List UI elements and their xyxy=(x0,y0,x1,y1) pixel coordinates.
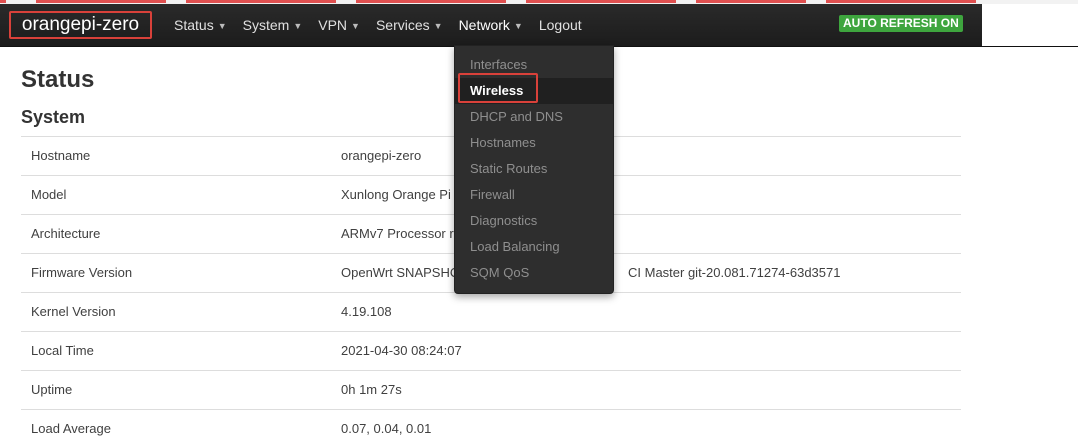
tab-edge-mark xyxy=(696,0,806,3)
main-menu: Status ▼ System ▼ VPN ▼ Services ▼ Network ▼ … xyxy=(166,4,590,46)
menu-logout-label: Logout xyxy=(538,17,582,33)
row-key: Architecture xyxy=(31,226,101,241)
menu-services[interactable]: Services ▼ xyxy=(368,4,451,46)
menu-item-diagnostics[interactable]: Diagnostics xyxy=(455,208,613,234)
menu-item-sqm-qos[interactable]: SQM QoS xyxy=(455,260,613,286)
row-key: Local Time xyxy=(31,343,94,358)
row-value: 4.19.108 xyxy=(341,304,392,319)
page-title: Status xyxy=(21,66,95,93)
row-value: Xunlong Orange Pi xyxy=(341,187,451,202)
row-key: Hostname xyxy=(31,148,91,163)
menu-system-label: System xyxy=(242,17,290,33)
row-value-tail: CI Master git-20.081.71274-63d3571 xyxy=(628,265,841,280)
table-row: Uptime 0h 1m 27s xyxy=(21,370,961,409)
menu-network[interactable]: Network ▼ xyxy=(451,4,531,46)
menu-network-label: Network xyxy=(458,17,510,33)
table-row: Load Average 0.07, 0.04, 0.01 xyxy=(21,409,961,448)
menu-services-label: Services xyxy=(375,17,430,33)
tab-edge-mark xyxy=(526,0,676,3)
caret-down-icon: ▼ xyxy=(351,21,360,31)
row-key: Firmware Version xyxy=(31,265,133,280)
menu-status-label: Status xyxy=(174,17,214,33)
caret-down-icon: ▼ xyxy=(433,21,443,31)
brand-link[interactable]: orangepi-zero xyxy=(9,11,152,39)
row-key: Kernel Version xyxy=(31,304,116,319)
row-key: Model xyxy=(31,187,67,202)
menu-item-load-balancing[interactable]: Load Balancing xyxy=(455,234,613,260)
table-row: Kernel Version 4.19.108 xyxy=(21,292,961,331)
caret-down-icon: ▼ xyxy=(513,21,523,31)
menu-vpn-label: VPN xyxy=(318,17,348,33)
row-value: 0.07, 0.04, 0.01 xyxy=(341,421,432,436)
section-title: System xyxy=(21,107,86,127)
tab-edge-mark xyxy=(36,0,166,3)
network-dropdown-menu: Interfaces Wireless DHCP and DNS Hostnam… xyxy=(454,45,614,294)
menu-item-dhcp-dns[interactable]: DHCP and DNS xyxy=(455,104,613,130)
row-key: Uptime xyxy=(31,382,73,397)
row-key: Load Average xyxy=(31,421,111,436)
row-value: OpenWrt SNAPSHO xyxy=(341,265,460,280)
menu-item-hostnames[interactable]: Hostnames xyxy=(455,130,613,156)
row-value: orangepi-zero xyxy=(341,148,422,163)
menu-item-static-routes[interactable]: Static Routes xyxy=(455,156,613,182)
tab-edge-mark xyxy=(186,0,336,3)
row-value: 0h 1m 27s xyxy=(341,382,402,397)
menu-system[interactable]: System ▼ xyxy=(235,4,311,46)
tab-edge-mark xyxy=(0,0,6,3)
caret-down-icon: ▼ xyxy=(293,21,303,31)
menu-item-firewall[interactable]: Firewall xyxy=(455,182,613,208)
menu-logout[interactable]: Logout xyxy=(531,4,590,46)
table-row: Local Time 2021-04-30 08:24:07 xyxy=(21,331,961,370)
menu-vpn[interactable]: VPN ▼ xyxy=(310,4,368,46)
auto-refresh-badge[interactable]: AUTO REFRESH ON xyxy=(839,15,963,32)
tab-edge-mark xyxy=(356,0,506,3)
caret-down-icon: ▼ xyxy=(217,21,227,31)
menu-item-interfaces[interactable]: Interfaces xyxy=(455,52,613,78)
menu-item-wireless[interactable]: Wireless xyxy=(455,78,613,104)
row-value: 2021-04-30 08:24:07 xyxy=(341,343,462,358)
row-value: ARMv7 Processor r xyxy=(341,226,454,241)
menu-status[interactable]: Status ▼ xyxy=(166,4,235,46)
tab-edge-mark xyxy=(826,0,976,3)
navbar-right-blank xyxy=(982,4,1078,46)
top-navbar: orangepi-zero Status ▼ System ▼ VPN ▼ Servi… xyxy=(0,4,1078,47)
